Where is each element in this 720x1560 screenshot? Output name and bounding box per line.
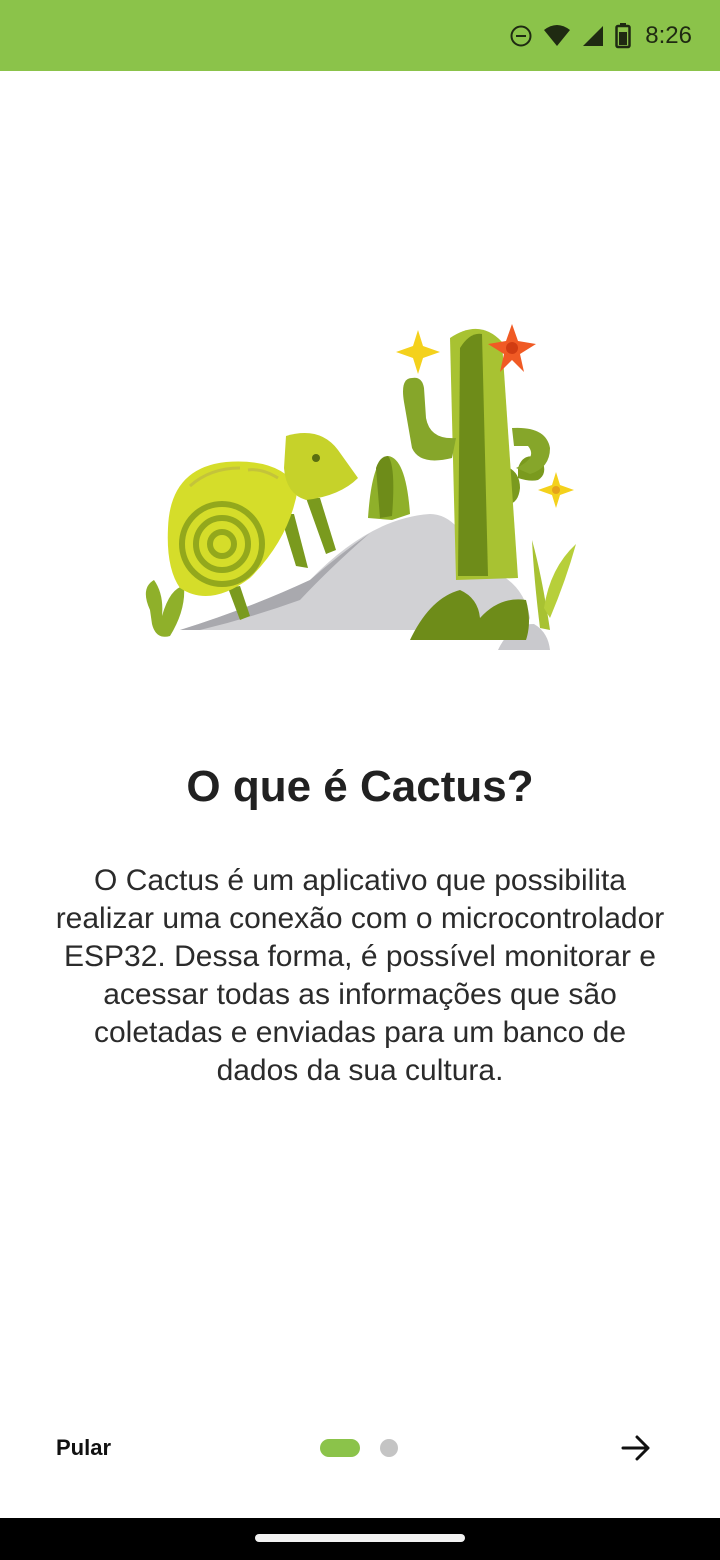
next-button[interactable] [608,1424,664,1472]
wifi-icon [544,24,571,46]
battery-icon [615,22,632,48]
page-description: O Cactus é um aplicativo que possibilita… [55,864,665,1087]
page-indicator [320,1439,398,1457]
arrow-right-icon [621,1435,650,1461]
status-time: 8:26 [645,21,692,49]
status-bar: 8:26 [0,0,720,71]
home-indicator[interactable] [255,1534,465,1542]
onboarding-bottom-bar: Pular [0,1416,720,1480]
page-dot [380,1439,398,1457]
system-navigation-bar [0,1518,720,1560]
signal-icon [583,25,604,46]
skip-button[interactable]: Pular [40,1426,127,1470]
page-dot-active [320,1439,360,1457]
do-not-disturb-icon [510,25,532,46]
cactus-chameleon-illustration [130,318,590,658]
page-title: O que é Cactus? [186,762,534,811]
